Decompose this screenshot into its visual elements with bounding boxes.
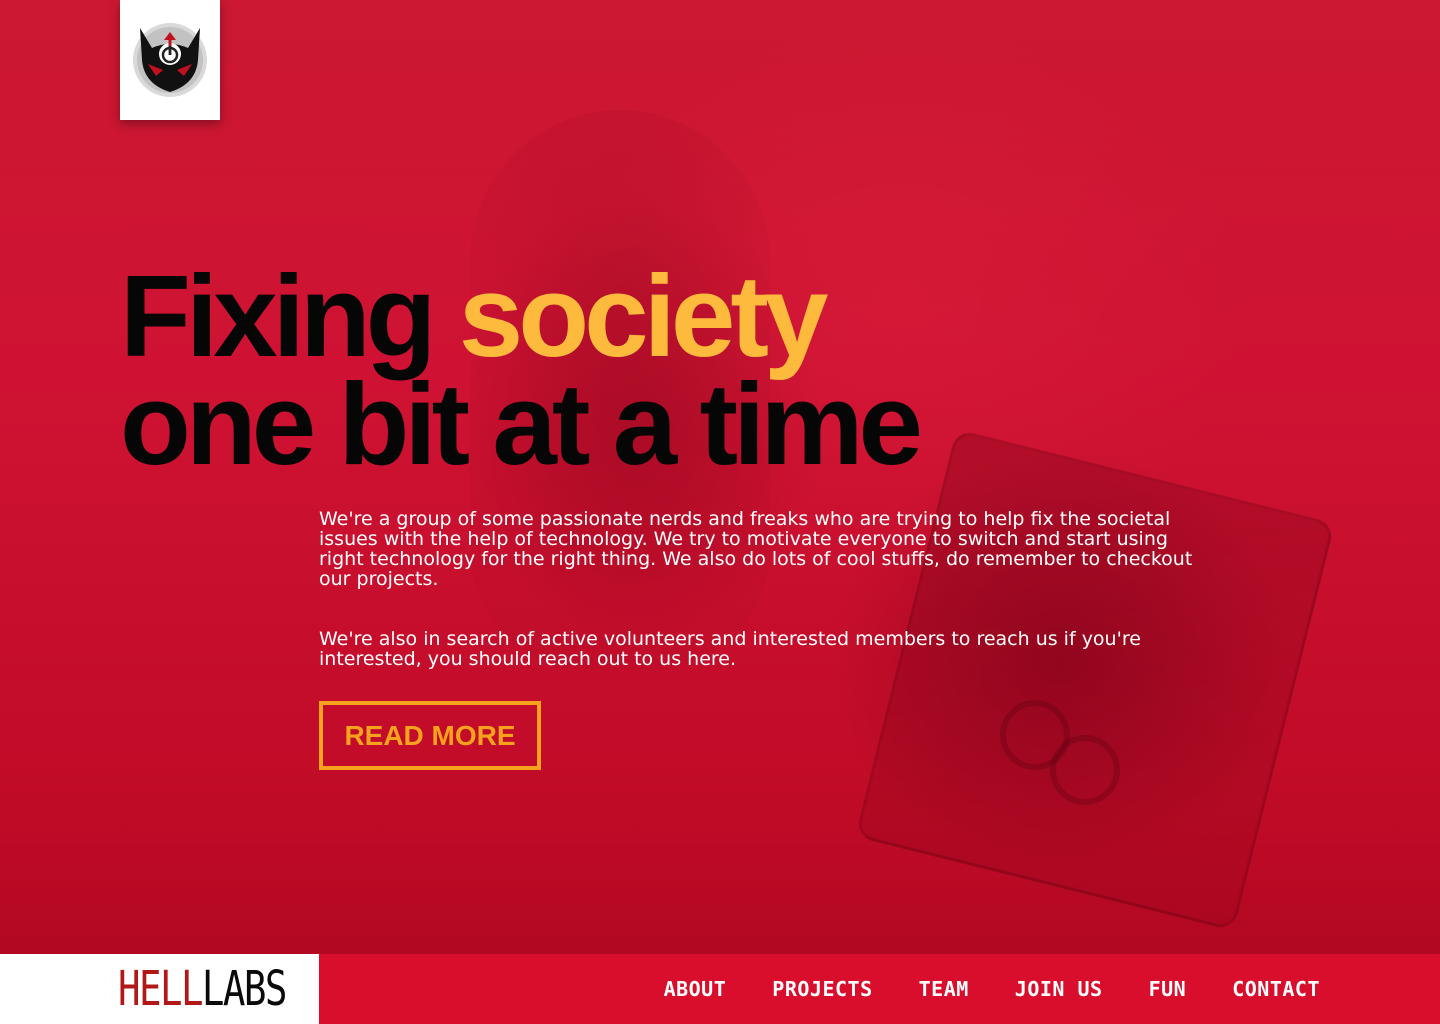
- hero-headline: Fixing society one bit at a time: [120, 258, 1220, 482]
- brand-logo-link[interactable]: HELLLABS: [0, 954, 319, 1024]
- hero-description: We're a group of some passionate nerds a…: [319, 509, 1209, 709]
- brand-labs: LABS: [201, 961, 287, 1017]
- description-paragraph-2: We're also in search of active volunteer…: [319, 628, 1141, 670]
- brand-wordmark: HELLLABS: [118, 965, 287, 1013]
- nav-link-about[interactable]: ABOUT: [664, 977, 727, 1001]
- main-nav: ABOUT PROJECTS TEAM JOIN US FUN CONTACT: [664, 954, 1320, 1024]
- nav-link-contact[interactable]: CONTACT: [1232, 977, 1320, 1001]
- devil-power-icon: [133, 23, 207, 97]
- hero-background-dial: [1050, 735, 1120, 805]
- footer-nav-bar: HELLLABS ABOUT PROJECTS TEAM JOIN US FUN…: [0, 954, 1440, 1024]
- nav-link-fun[interactable]: FUN: [1149, 977, 1187, 1001]
- logo-link[interactable]: [120, 0, 220, 120]
- headline-line-2: one bit at a time: [120, 359, 923, 489]
- brand-hell: HELL: [118, 961, 203, 1017]
- read-more-button[interactable]: READ MORE: [319, 701, 541, 770]
- description-paragraph-1: We're a group of some passionate nerds a…: [319, 508, 1193, 590]
- nav-link-team[interactable]: TEAM: [919, 977, 969, 1001]
- nav-link-projects[interactable]: PROJECTS: [772, 977, 872, 1001]
- nav-link-join-us[interactable]: JOIN US: [1015, 977, 1103, 1001]
